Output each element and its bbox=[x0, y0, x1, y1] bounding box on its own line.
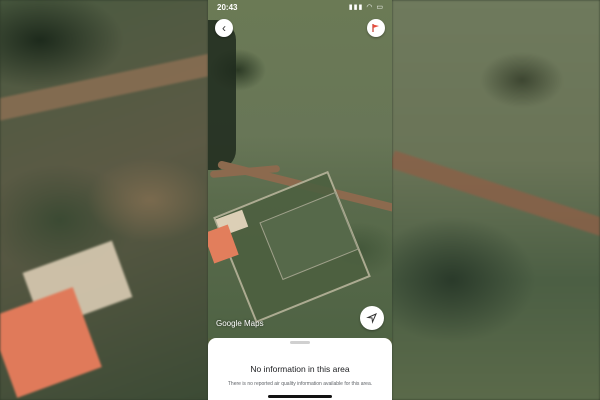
flag-icon bbox=[372, 24, 379, 32]
sheet-subtitle: There is no reported air quality informa… bbox=[227, 381, 373, 387]
wifi-icon: ◠ bbox=[366, 4, 374, 11]
status-time: 20:43 bbox=[217, 3, 238, 12]
satellite-map[interactable] bbox=[208, 0, 392, 338]
backdrop-left bbox=[0, 0, 208, 400]
back-button[interactable]: ‹ bbox=[215, 19, 233, 37]
backdrop-road bbox=[0, 48, 208, 124]
status-bar: 20:43 ▮▮▮ ◠ ▭ bbox=[208, 0, 392, 14]
map-brand-label: Google Maps bbox=[216, 319, 264, 328]
map-trees bbox=[208, 20, 236, 170]
battery-icon: ▭ bbox=[376, 4, 384, 11]
backdrop-road bbox=[392, 150, 600, 248]
locate-button[interactable] bbox=[360, 306, 384, 330]
backdrop-right bbox=[392, 0, 600, 400]
signal-icon: ▮▮▮ bbox=[348, 4, 364, 11]
phone-screen: 20:43 ▮▮▮ ◠ ▭ ‹ Google Maps No informati… bbox=[208, 0, 392, 400]
status-icons: ▮▮▮ ◠ ▭ bbox=[349, 3, 384, 11]
home-indicator[interactable] bbox=[268, 395, 332, 398]
report-button[interactable] bbox=[367, 19, 385, 37]
navigation-arrow-icon bbox=[366, 313, 377, 324]
sheet-title: No information in this area bbox=[250, 364, 350, 374]
sheet-drag-handle[interactable] bbox=[290, 341, 310, 344]
chevron-left-icon: ‹ bbox=[222, 21, 226, 35]
info-sheet[interactable]: No information in this area There is no … bbox=[208, 338, 392, 400]
